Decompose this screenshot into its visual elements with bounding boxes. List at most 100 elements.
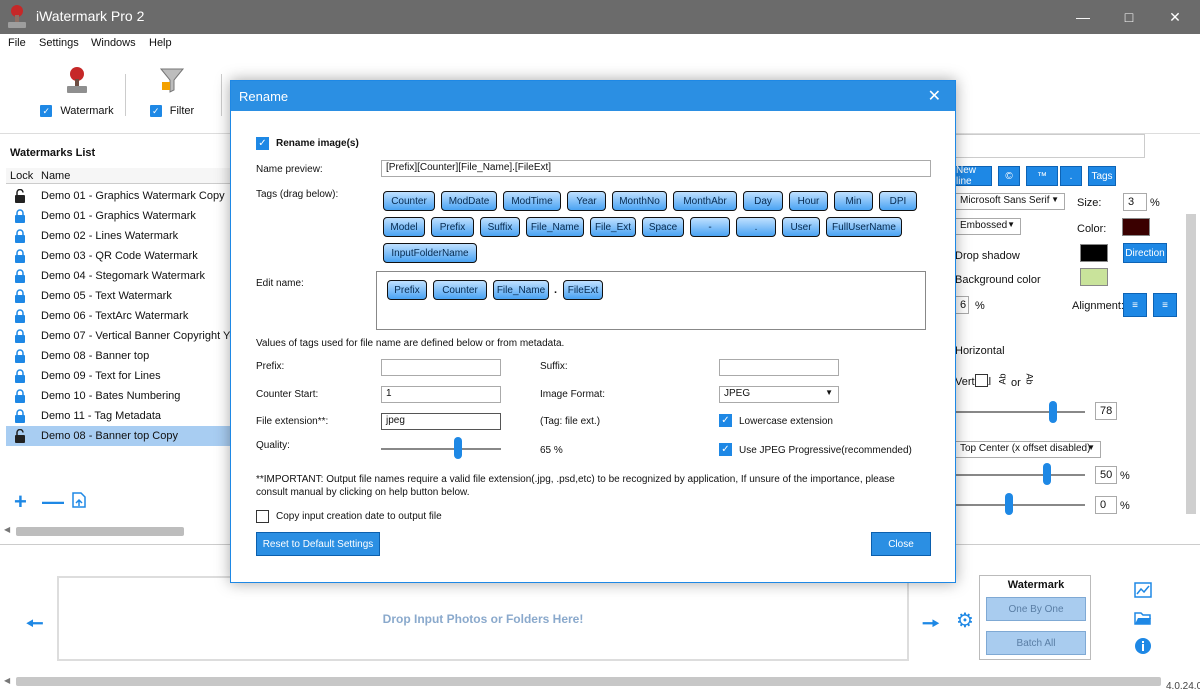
- menu-file[interactable]: File: [8, 37, 26, 49]
- arrow-left-icon[interactable]: 🠔: [26, 609, 44, 643]
- list-item[interactable]: Demo 01 - Graphics Watermark Copy: [6, 186, 232, 206]
- batch-all-button[interactable]: Batch All: [986, 631, 1086, 655]
- list-item[interactable]: Demo 08 - Banner top: [6, 346, 232, 366]
- dialog-close-icon[interactable]: ✕: [928, 86, 941, 106]
- list-item[interactable]: Demo 09 - Text for Lines: [6, 366, 232, 386]
- info-icon[interactable]: [1134, 637, 1152, 655]
- watermark-tool[interactable]: ✓ Watermark: [32, 66, 122, 117]
- x-offset-slider[interactable]: [955, 474, 1085, 476]
- col-lock[interactable]: Lock: [10, 170, 33, 182]
- align-center-icon[interactable]: ≡: [1153, 293, 1177, 317]
- list-item[interactable]: Demo 02 - Lines Watermark: [6, 226, 232, 246]
- watermark-checkbox[interactable]: ✓: [40, 105, 53, 117]
- tag-chip[interactable]: Space: [642, 217, 684, 237]
- copyright-button[interactable]: ©: [998, 166, 1020, 186]
- lock-icon[interactable]: [14, 309, 26, 323]
- text-area[interactable]: [955, 134, 1145, 158]
- dot-button[interactable]: .: [1060, 166, 1082, 186]
- x-offset-slider-thumb[interactable]: [1043, 463, 1051, 485]
- prefix-input[interactable]: [381, 359, 501, 376]
- unlock-icon[interactable]: [14, 189, 26, 203]
- close-window-button[interactable]: ✕: [1152, 0, 1198, 34]
- direction-button[interactable]: Direction: [1123, 243, 1167, 263]
- list-item[interactable]: Demo 05 - Text Watermark: [6, 286, 232, 306]
- filter-tool[interactable]: ✓ Filter: [142, 66, 202, 117]
- font-select[interactable]: Microsoft Sans Serif ▼: [955, 193, 1065, 210]
- size-input[interactable]: 3: [1123, 193, 1147, 211]
- list-item[interactable]: Demo 08 - Banner top Copy: [6, 426, 232, 446]
- background-color-swatch[interactable]: [1080, 268, 1108, 286]
- opacity-input[interactable]: 6: [955, 296, 969, 314]
- list-item[interactable]: Demo 04 - Stegomark Watermark: [6, 266, 232, 286]
- tag-chip[interactable]: -: [690, 217, 730, 237]
- lock-icon[interactable]: [14, 349, 26, 363]
- tag-chip[interactable]: Prefix: [431, 217, 474, 237]
- list-item[interactable]: Demo 01 - Graphics Watermark: [6, 206, 232, 226]
- tag-chip[interactable]: Day: [743, 191, 783, 211]
- new-line-button[interactable]: New line: [955, 165, 992, 187]
- lock-icon[interactable]: [14, 329, 26, 343]
- edit-name-chip[interactable]: File_Name: [493, 280, 549, 300]
- list-item[interactable]: Demo 03 - QR Code Watermark: [6, 246, 232, 266]
- lock-icon[interactable]: [14, 209, 26, 223]
- rename-images-checkbox[interactable]: ✓: [256, 137, 269, 150]
- unlock-icon[interactable]: [14, 429, 26, 443]
- tag-chip[interactable]: Hour: [789, 191, 828, 211]
- position-select[interactable]: Top Center (x offset disabled) ▼: [955, 441, 1101, 458]
- lock-icon[interactable]: [14, 409, 26, 423]
- jpeg-progressive-checkbox[interactable]: ✓: [719, 443, 732, 456]
- tag-chip[interactable]: .: [736, 217, 776, 237]
- image-format-select[interactable]: JPEG ▼: [719, 386, 839, 403]
- main-horizontal-scrollbar[interactable]: [16, 677, 1161, 686]
- tag-chip[interactable]: Suffix: [480, 217, 520, 237]
- scroll-left-arrow[interactable]: ◀: [4, 525, 10, 534]
- one-by-one-button[interactable]: One By One: [986, 597, 1086, 621]
- edit-name-chip[interactable]: FileExt: [563, 280, 603, 300]
- minimize-button[interactable]: —: [1060, 0, 1106, 34]
- tag-chip[interactable]: ModDate: [441, 191, 497, 211]
- tag-chip[interactable]: MonthNo: [612, 191, 667, 211]
- trademark-button[interactable]: ™: [1026, 166, 1058, 186]
- lock-icon[interactable]: [14, 289, 26, 303]
- maximize-button[interactable]: □: [1106, 0, 1152, 34]
- lowercase-extension-checkbox[interactable]: ✓: [719, 414, 732, 427]
- y-offset-slider-thumb[interactable]: [1005, 493, 1013, 515]
- lock-icon[interactable]: [14, 369, 26, 383]
- tag-chip[interactable]: DPI: [879, 191, 917, 211]
- quality-slider-thumb[interactable]: [453, 437, 462, 459]
- tag-chip[interactable]: ModTime: [503, 191, 561, 211]
- list-item[interactable]: Demo 11 - Tag Metadata: [6, 406, 232, 426]
- drop-zone[interactable]: Drop Input Photos or Folders Here!: [57, 576, 909, 661]
- rotation-slider[interactable]: [955, 411, 1085, 413]
- menu-help[interactable]: Help: [149, 37, 172, 49]
- vertical-checkbox[interactable]: [975, 374, 988, 387]
- shadow-color-swatch[interactable]: [1080, 244, 1108, 262]
- align-left-icon[interactable]: ≡: [1123, 293, 1147, 317]
- settings-scrollbar[interactable]: [1186, 214, 1196, 514]
- edit-name-area[interactable]: Prefix Counter File_Name. FileExt: [376, 271, 926, 330]
- col-name[interactable]: Name: [41, 170, 70, 182]
- filter-checkbox[interactable]: ✓: [149, 105, 162, 117]
- file-extension-input[interactable]: jpeg: [381, 413, 501, 430]
- add-icon[interactable]: +: [14, 489, 27, 515]
- list-item[interactable]: Demo 07 - Vertical Banner Copyright Year: [6, 326, 245, 346]
- lock-icon[interactable]: [14, 389, 26, 403]
- counter-start-input[interactable]: 1: [381, 386, 501, 403]
- text-color-swatch[interactable]: [1122, 218, 1150, 236]
- y-offset-input[interactable]: 0: [1095, 496, 1117, 514]
- arrow-right-icon[interactable]: 🠖: [922, 609, 940, 643]
- copy-creation-date-checkbox[interactable]: [256, 510, 269, 523]
- close-button[interactable]: Close: [871, 532, 931, 556]
- tags-button[interactable]: Tags: [1088, 166, 1116, 186]
- tag-chip[interactable]: File_Name: [526, 217, 584, 237]
- gear-icon[interactable]: ⚙: [956, 608, 974, 633]
- edit-name-chip[interactable]: Counter: [433, 280, 487, 300]
- lock-icon[interactable]: [14, 249, 26, 263]
- quality-slider[interactable]: [381, 448, 501, 450]
- reset-defaults-button[interactable]: Reset to Default Settings: [256, 532, 380, 556]
- menu-windows[interactable]: Windows: [91, 37, 136, 49]
- folder-open-icon[interactable]: [1134, 610, 1152, 626]
- tag-chip[interactable]: Counter: [383, 191, 435, 211]
- x-offset-input[interactable]: 50: [1095, 466, 1117, 484]
- list-scrollbar[interactable]: [16, 527, 184, 536]
